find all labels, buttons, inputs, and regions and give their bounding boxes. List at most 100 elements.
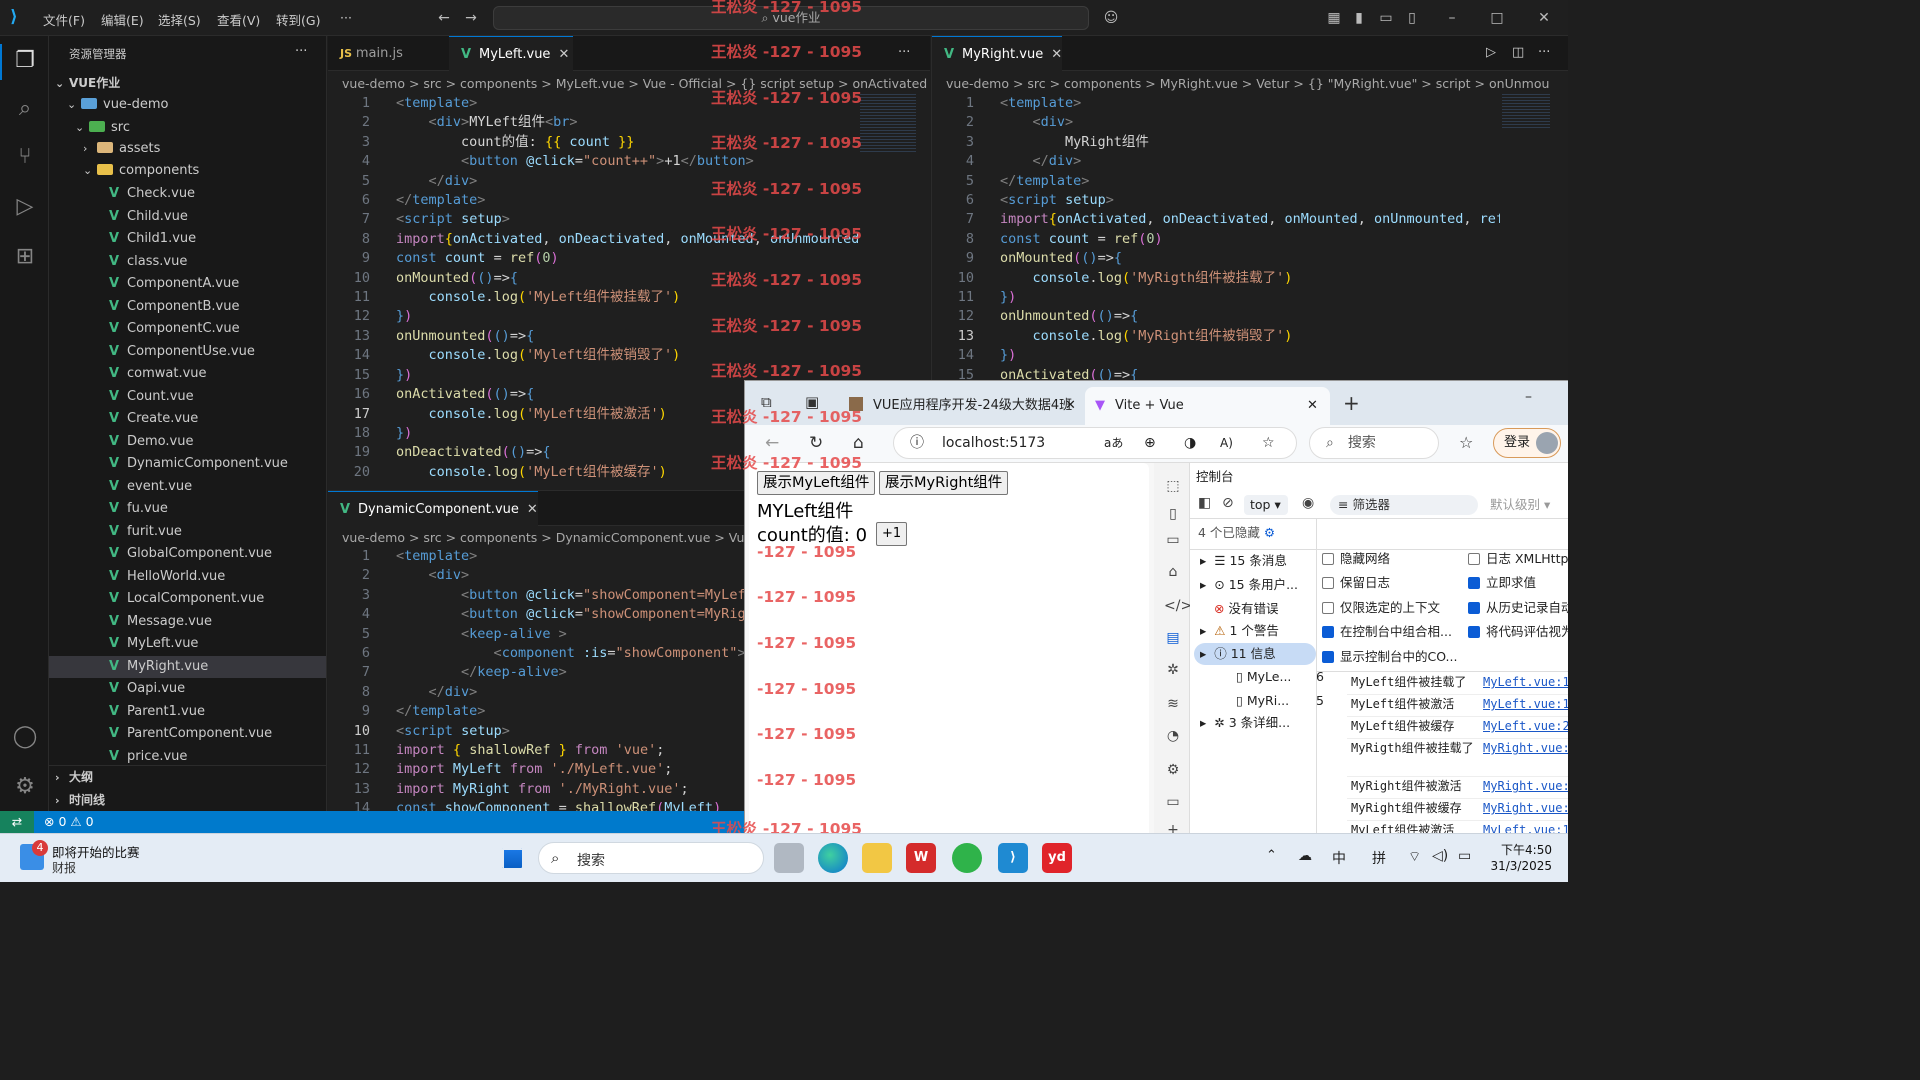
- file-item[interactable]: V DynamicComponent.vue: [49, 453, 326, 475]
- tree-messages[interactable]: ▸ ☰ 15 条消息: [1200, 551, 1287, 571]
- vscode-taskbar-icon[interactable]: ⟩: [998, 843, 1028, 873]
- settings-gear-icon[interactable]: ⚙: [1264, 525, 1275, 540]
- editor-more-button[interactable]: ···: [898, 45, 910, 60]
- network-icon[interactable]: ≋: [1164, 695, 1182, 713]
- back-arrow-icon[interactable]: ←: [436, 10, 452, 26]
- browser-search-box[interactable]: ⌕ 搜索: [1309, 427, 1439, 459]
- checkbox-checked[interactable]: [1468, 602, 1480, 614]
- close-tab-icon[interactable]: ✕: [1065, 387, 1076, 425]
- increment-button[interactable]: +1: [876, 522, 908, 546]
- menu-more[interactable]: ···: [340, 10, 352, 25]
- file-item[interactable]: V Child.vue: [49, 206, 326, 228]
- favorites-icon[interactable]: ☆: [1459, 433, 1473, 452]
- option-show-cors[interactable]: 显示控制台中的CO...: [1322, 647, 1457, 667]
- timeline-section[interactable]: › 时间线: [49, 789, 326, 811]
- option-log-xhr[interactable]: 日志 XMLHttpR: [1468, 549, 1568, 569]
- maximize-icon[interactable]: □: [1489, 10, 1505, 26]
- account-icon[interactable]: ◯: [10, 722, 40, 752]
- folder-src[interactable]: ⌄ src: [49, 117, 326, 139]
- sidebar-toggle-icon[interactable]: ◧: [1198, 495, 1211, 511]
- start-button-icon[interactable]: [500, 846, 524, 870]
- browser-tab-vite[interactable]: ▼ Vite + Vue ✕: [1085, 387, 1330, 425]
- run-debug-icon[interactable]: ▷: [10, 192, 40, 222]
- elements-icon[interactable]: </>: [1164, 597, 1192, 615]
- tab-myright-vue[interactable]: V MyRight.vue ✕: [932, 36, 1062, 71]
- log-level-select[interactable]: 默认级别 ▾: [1490, 495, 1550, 515]
- explorer-icon[interactable]: ❐: [10, 46, 40, 76]
- performance-icon[interactable]: ◔: [1164, 727, 1182, 745]
- log-source-link[interactable]: MyLeft.vue:20: [1483, 717, 1568, 735]
- file-item[interactable]: Vfu.vue: [49, 498, 326, 520]
- address-bar[interactable]: ⓘ localhost:5173 aあ ⊕ ◑ A) ☆: [893, 427, 1297, 459]
- workspace-root[interactable]: ⌄ VUE作业: [49, 72, 326, 94]
- folder-components[interactable]: ⌄ components: [49, 160, 326, 182]
- file-item[interactable]: V Create.vue: [49, 408, 326, 430]
- log-source-link[interactable]: MyRight.vue:10: [1483, 739, 1568, 757]
- checkbox[interactable]: [1322, 553, 1334, 565]
- inspect-icon[interactable]: ⬚: [1164, 477, 1182, 495]
- copilot-icon[interactable]: ☺: [1103, 10, 1119, 26]
- file-item[interactable]: V ComponentUse.vue: [49, 341, 326, 363]
- console-icon[interactable]: ▤: [1164, 629, 1182, 647]
- checkbox-checked[interactable]: [1468, 626, 1480, 638]
- file-item[interactable]: V Message.vue: [49, 611, 326, 633]
- file-item[interactable]: Vevent.vue: [49, 476, 326, 498]
- cloud-icon[interactable]: ☁: [1298, 848, 1312, 864]
- refresh-icon[interactable]: ↻: [809, 433, 823, 453]
- minimap[interactable]: [1502, 94, 1550, 128]
- application-icon[interactable]: ▭: [1164, 793, 1182, 811]
- checkbox-checked[interactable]: [1322, 651, 1334, 663]
- tree-myright[interactable]: ▯ MyRi... 5: [1236, 691, 1324, 711]
- option-eager-eval[interactable]: 立即求值: [1468, 573, 1536, 593]
- settings-gear-icon[interactable]: ⚙: [10, 772, 40, 802]
- checkbox[interactable]: [1322, 577, 1334, 589]
- browser-tab-course[interactable]: VUE应用程序开发-24级大数据4班 ✕: [839, 387, 1083, 425]
- file-item[interactable]: V ComponentA.vue: [49, 273, 326, 295]
- code-dynamiccomponent[interactable]: <template> <div> <button @click="showCom…: [396, 547, 744, 812]
- log-source-link[interactable]: MyRight.vue:16: [1483, 777, 1568, 795]
- tab-main-js[interactable]: JS main.js: [328, 36, 448, 71]
- welcome-icon[interactable]: ⌂: [1164, 563, 1182, 581]
- menu-selection[interactable]: 选择(S): [158, 10, 201, 29]
- checkbox[interactable]: [1468, 553, 1480, 565]
- file-item[interactable]: V ComponentB.vue: [49, 296, 326, 318]
- extensions-icon[interactable]: ⊞: [10, 242, 40, 272]
- close-tab-icon[interactable]: ✕: [1051, 47, 1062, 62]
- taskbar-search-box[interactable]: ⌕ 搜索: [538, 842, 764, 874]
- file-item[interactable]: Vclass.vue: [49, 251, 326, 273]
- file-item[interactable]: V LocalComponent.vue: [49, 588, 326, 610]
- workspaces-icon[interactable]: ⧉: [761, 393, 772, 411]
- tree-errors[interactable]: ⊗ 没有错误: [1214, 599, 1278, 619]
- file-item[interactable]: V Demo.vue: [49, 431, 326, 453]
- source-control-icon[interactable]: ⑂: [10, 142, 40, 172]
- breadcrumb[interactable]: vue-demo > src > components > MyRight.vu…: [946, 73, 1568, 95]
- wifi-icon[interactable]: ⌔: [1408, 848, 1421, 866]
- close-tab-icon[interactable]: ✕: [558, 47, 569, 62]
- log-source-link[interactable]: MyRight.vue:19: [1483, 799, 1568, 817]
- forward-arrow-icon[interactable]: →: [463, 10, 479, 26]
- option-selected-context[interactable]: 仅限选定的上下文: [1322, 598, 1440, 618]
- file-item[interactable]: V GlobalComponent.vue: [49, 543, 326, 565]
- remote-icon[interactable]: ⇄: [0, 811, 34, 833]
- read-aloud-icon[interactable]: A): [1220, 428, 1233, 458]
- explorer-more-button[interactable]: ···: [295, 44, 307, 59]
- menu-view[interactable]: 查看(V): [217, 10, 260, 29]
- task-view-icon[interactable]: [774, 843, 804, 873]
- tree-myleft[interactable]: ▯ MyLe... 6: [1236, 667, 1324, 687]
- option-preserve-log[interactable]: 保留日志: [1322, 573, 1390, 593]
- device-emulation-icon[interactable]: ▯: [1164, 505, 1182, 523]
- outline-section[interactable]: › 大纲: [49, 766, 326, 788]
- checkbox-checked[interactable]: [1468, 577, 1480, 589]
- live-expression-icon[interactable]: ◉: [1302, 495, 1314, 511]
- clock-date[interactable]: 31/3/2025: [1480, 859, 1552, 873]
- translate-icon[interactable]: aあ: [1104, 428, 1123, 458]
- tab-myleft-vue[interactable]: V MyLeft.vue ✕: [449, 36, 573, 71]
- file-item[interactable]: Vcomwat.vue: [49, 363, 326, 385]
- file-item[interactable]: V Count.vue: [49, 386, 326, 408]
- file-item[interactable]: V HelloWorld.vue: [49, 566, 326, 588]
- file-item[interactable]: V ParentComponent.vue: [49, 723, 326, 745]
- problems-indicator[interactable]: ⊗ 0 ⚠ 0: [44, 811, 94, 833]
- option-treat-code-eval[interactable]: 将代码评估视为: [1468, 622, 1568, 642]
- tree-info[interactable]: ▸ ⓘ 11 信息: [1200, 644, 1276, 664]
- home-icon[interactable]: ⌂: [853, 433, 864, 453]
